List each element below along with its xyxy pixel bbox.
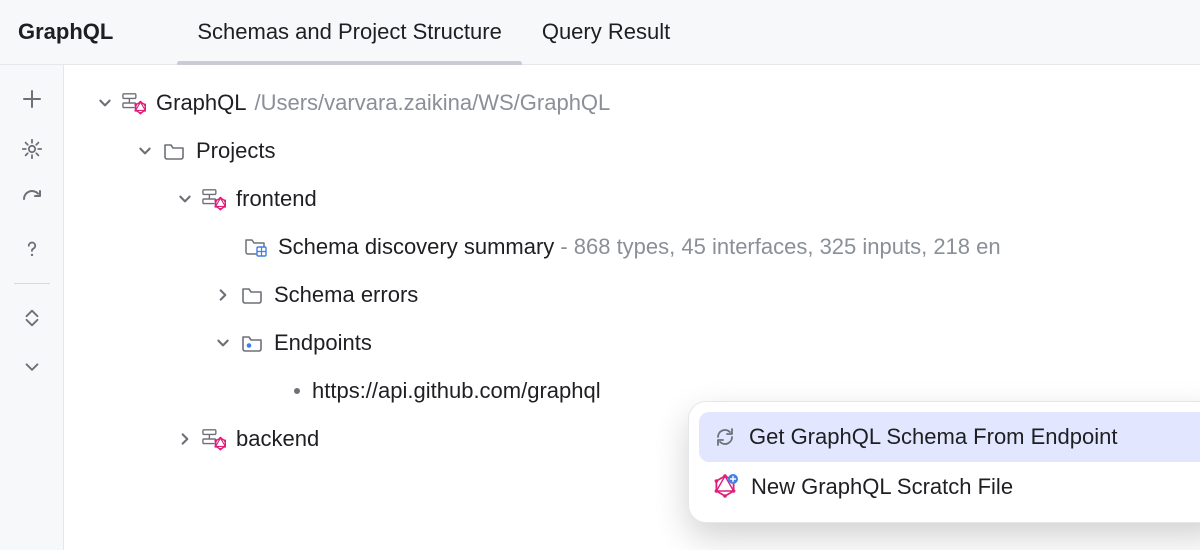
- endpoint-url: https://api.github.com/graphql: [312, 378, 601, 404]
- add-button[interactable]: [8, 77, 56, 121]
- chevron-down-icon[interactable]: [96, 94, 114, 112]
- tree-node-frontend[interactable]: frontend: [64, 175, 1200, 223]
- graphql-project-icon: [202, 427, 226, 451]
- tree-node-label: Schema discovery summary: [278, 234, 554, 260]
- tree-root-path: /Users/varvara.zaikina/WS/GraphQL: [255, 90, 611, 116]
- context-menu: Get GraphQL Schema From Endpoint New Gra…: [688, 401, 1200, 523]
- chevron-right-icon[interactable]: [176, 430, 194, 448]
- tree-node-schema-errors[interactable]: Schema errors: [64, 271, 1200, 319]
- tab-bar: GraphQL Schemas and Project Structure Qu…: [0, 0, 1200, 64]
- chevron-right-icon[interactable]: [214, 286, 232, 304]
- menu-item-label: New GraphQL Scratch File: [751, 474, 1013, 500]
- graphql-new-icon: [713, 474, 739, 500]
- tab-schemas[interactable]: Schemas and Project Structure: [177, 0, 521, 64]
- tree-node-projects[interactable]: Projects: [64, 127, 1200, 175]
- schema-stats: - 868 types, 45 interfaces, 325 inputs, …: [560, 234, 1000, 260]
- graphql-project-icon: [202, 187, 226, 211]
- left-toolbar: [0, 65, 64, 550]
- menu-item-new-scratch[interactable]: New GraphQL Scratch File: [699, 462, 1200, 512]
- toolbar-separator: [14, 283, 50, 284]
- expand-icon: [21, 307, 43, 329]
- tab-query-result[interactable]: Query Result: [522, 0, 690, 64]
- collapse-button[interactable]: [8, 346, 56, 390]
- tree-node-label: Projects: [196, 138, 275, 164]
- plus-icon: [20, 87, 44, 111]
- tree-node-label: GraphQL: [156, 90, 247, 116]
- chevron-down-icon[interactable]: [136, 142, 154, 160]
- refresh-button[interactable]: [8, 177, 56, 221]
- tree-node-endpoints[interactable]: Endpoints: [64, 319, 1200, 367]
- menu-item-get-schema[interactable]: Get GraphQL Schema From Endpoint: [699, 412, 1200, 462]
- expand-button[interactable]: [8, 296, 56, 340]
- tree-node-label: Schema errors: [274, 282, 418, 308]
- schema-folder-icon: [244, 235, 268, 259]
- tree-node-schema-summary[interactable]: Schema discovery summary - 868 types, 45…: [64, 223, 1200, 271]
- chevron-down-icon[interactable]: [214, 334, 232, 352]
- question-icon: [21, 238, 43, 260]
- tree-node-label: Endpoints: [274, 330, 372, 356]
- refresh-icon: [20, 187, 44, 211]
- project-tree: GraphQL /Users/varvara.zaikina/WS/GraphQ…: [64, 65, 1200, 550]
- graphql-project-icon: [122, 91, 146, 115]
- menu-item-label: Get GraphQL Schema From Endpoint: [749, 424, 1117, 450]
- collapse-icon: [21, 357, 43, 379]
- folder-icon: [162, 139, 186, 163]
- tree-node-label: frontend: [236, 186, 317, 212]
- folder-icon: [240, 283, 264, 307]
- gear-icon: [20, 137, 44, 161]
- refresh-link-icon: [713, 425, 737, 449]
- tree-node-label: backend: [236, 426, 319, 452]
- chevron-down-icon[interactable]: [176, 190, 194, 208]
- tool-window-title: GraphQL: [18, 19, 177, 45]
- bullet-icon: [294, 388, 300, 394]
- help-button[interactable]: [8, 227, 56, 271]
- tree-root[interactable]: GraphQL /Users/varvara.zaikina/WS/GraphQ…: [64, 79, 1200, 127]
- settings-button[interactable]: [8, 127, 56, 171]
- endpoints-folder-icon: [240, 331, 264, 355]
